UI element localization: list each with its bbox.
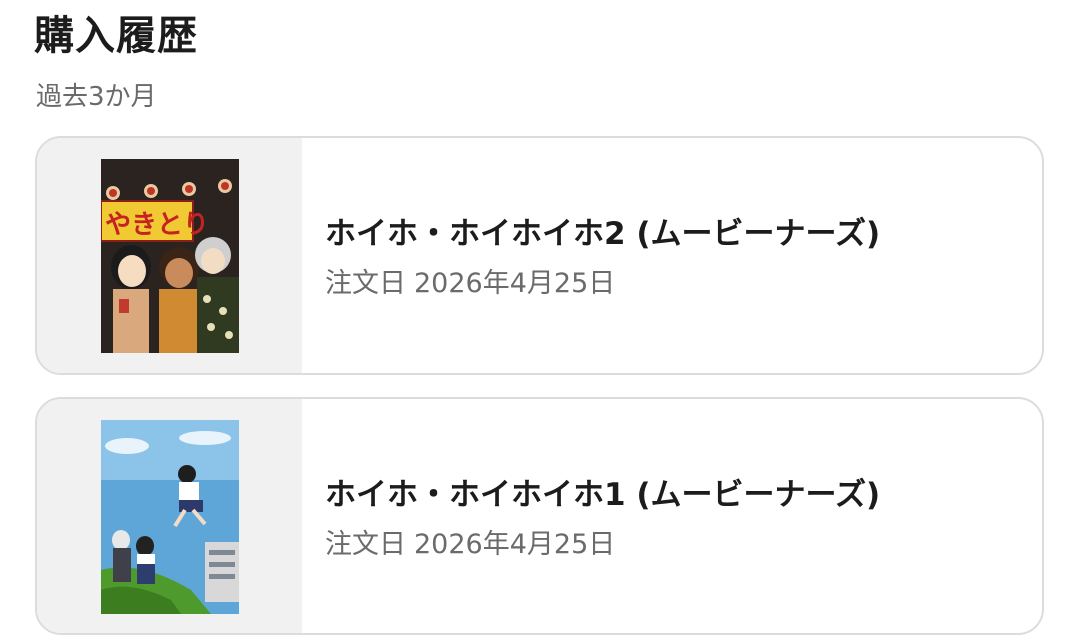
cover-thumbnail-area [37,399,302,633]
order-card[interactable]: やきとり ホイホ・ホイホイホ2 (ムービーナーズ) 注文日 2026年4月25日 [35,136,1044,375]
purchase-history-page: 購入履歴 過去3か月 やきとり ホイホ・ホイホイホ2 (ムービーナーズ) 注文日… [0,0,1080,641]
order-date-value: 2026年4月25日 [414,268,616,299]
book-cover-image[interactable]: やきとり [101,159,239,353]
order-card[interactable]: ホイホ・ホイホイホ1 (ムービーナーズ) 注文日 2026年4月25日 [35,397,1044,635]
book-cover-icon [101,420,239,614]
order-date: 注文日 2026年4月25日 [325,527,615,563]
page-title: 購入履歴 [34,13,198,59]
cover-thumbnail-area: やきとり [37,138,302,373]
order-date-label: 注文日 [325,529,406,560]
book-cover-icon: やきとり [101,159,239,353]
svg-text:やきとり: やきとり [105,210,209,240]
book-cover-image[interactable] [101,420,239,614]
period-filter-label: 過去3か月 [36,82,157,112]
order-date-value: 2026年4月25日 [414,529,616,560]
order-date: 注文日 2026年4月25日 [325,266,615,302]
order-info: ホイホ・ホイホイホ2 (ムービーナーズ) 注文日 2026年4月25日 [325,138,1022,373]
product-title[interactable]: ホイホ・ホイホイホ1 (ムービーナーズ) [325,475,880,515]
order-info: ホイホ・ホイホイホ1 (ムービーナーズ) 注文日 2026年4月25日 [325,399,1022,633]
product-title[interactable]: ホイホ・ホイホイホ2 (ムービーナーズ) [325,214,880,254]
order-date-label: 注文日 [325,268,406,299]
